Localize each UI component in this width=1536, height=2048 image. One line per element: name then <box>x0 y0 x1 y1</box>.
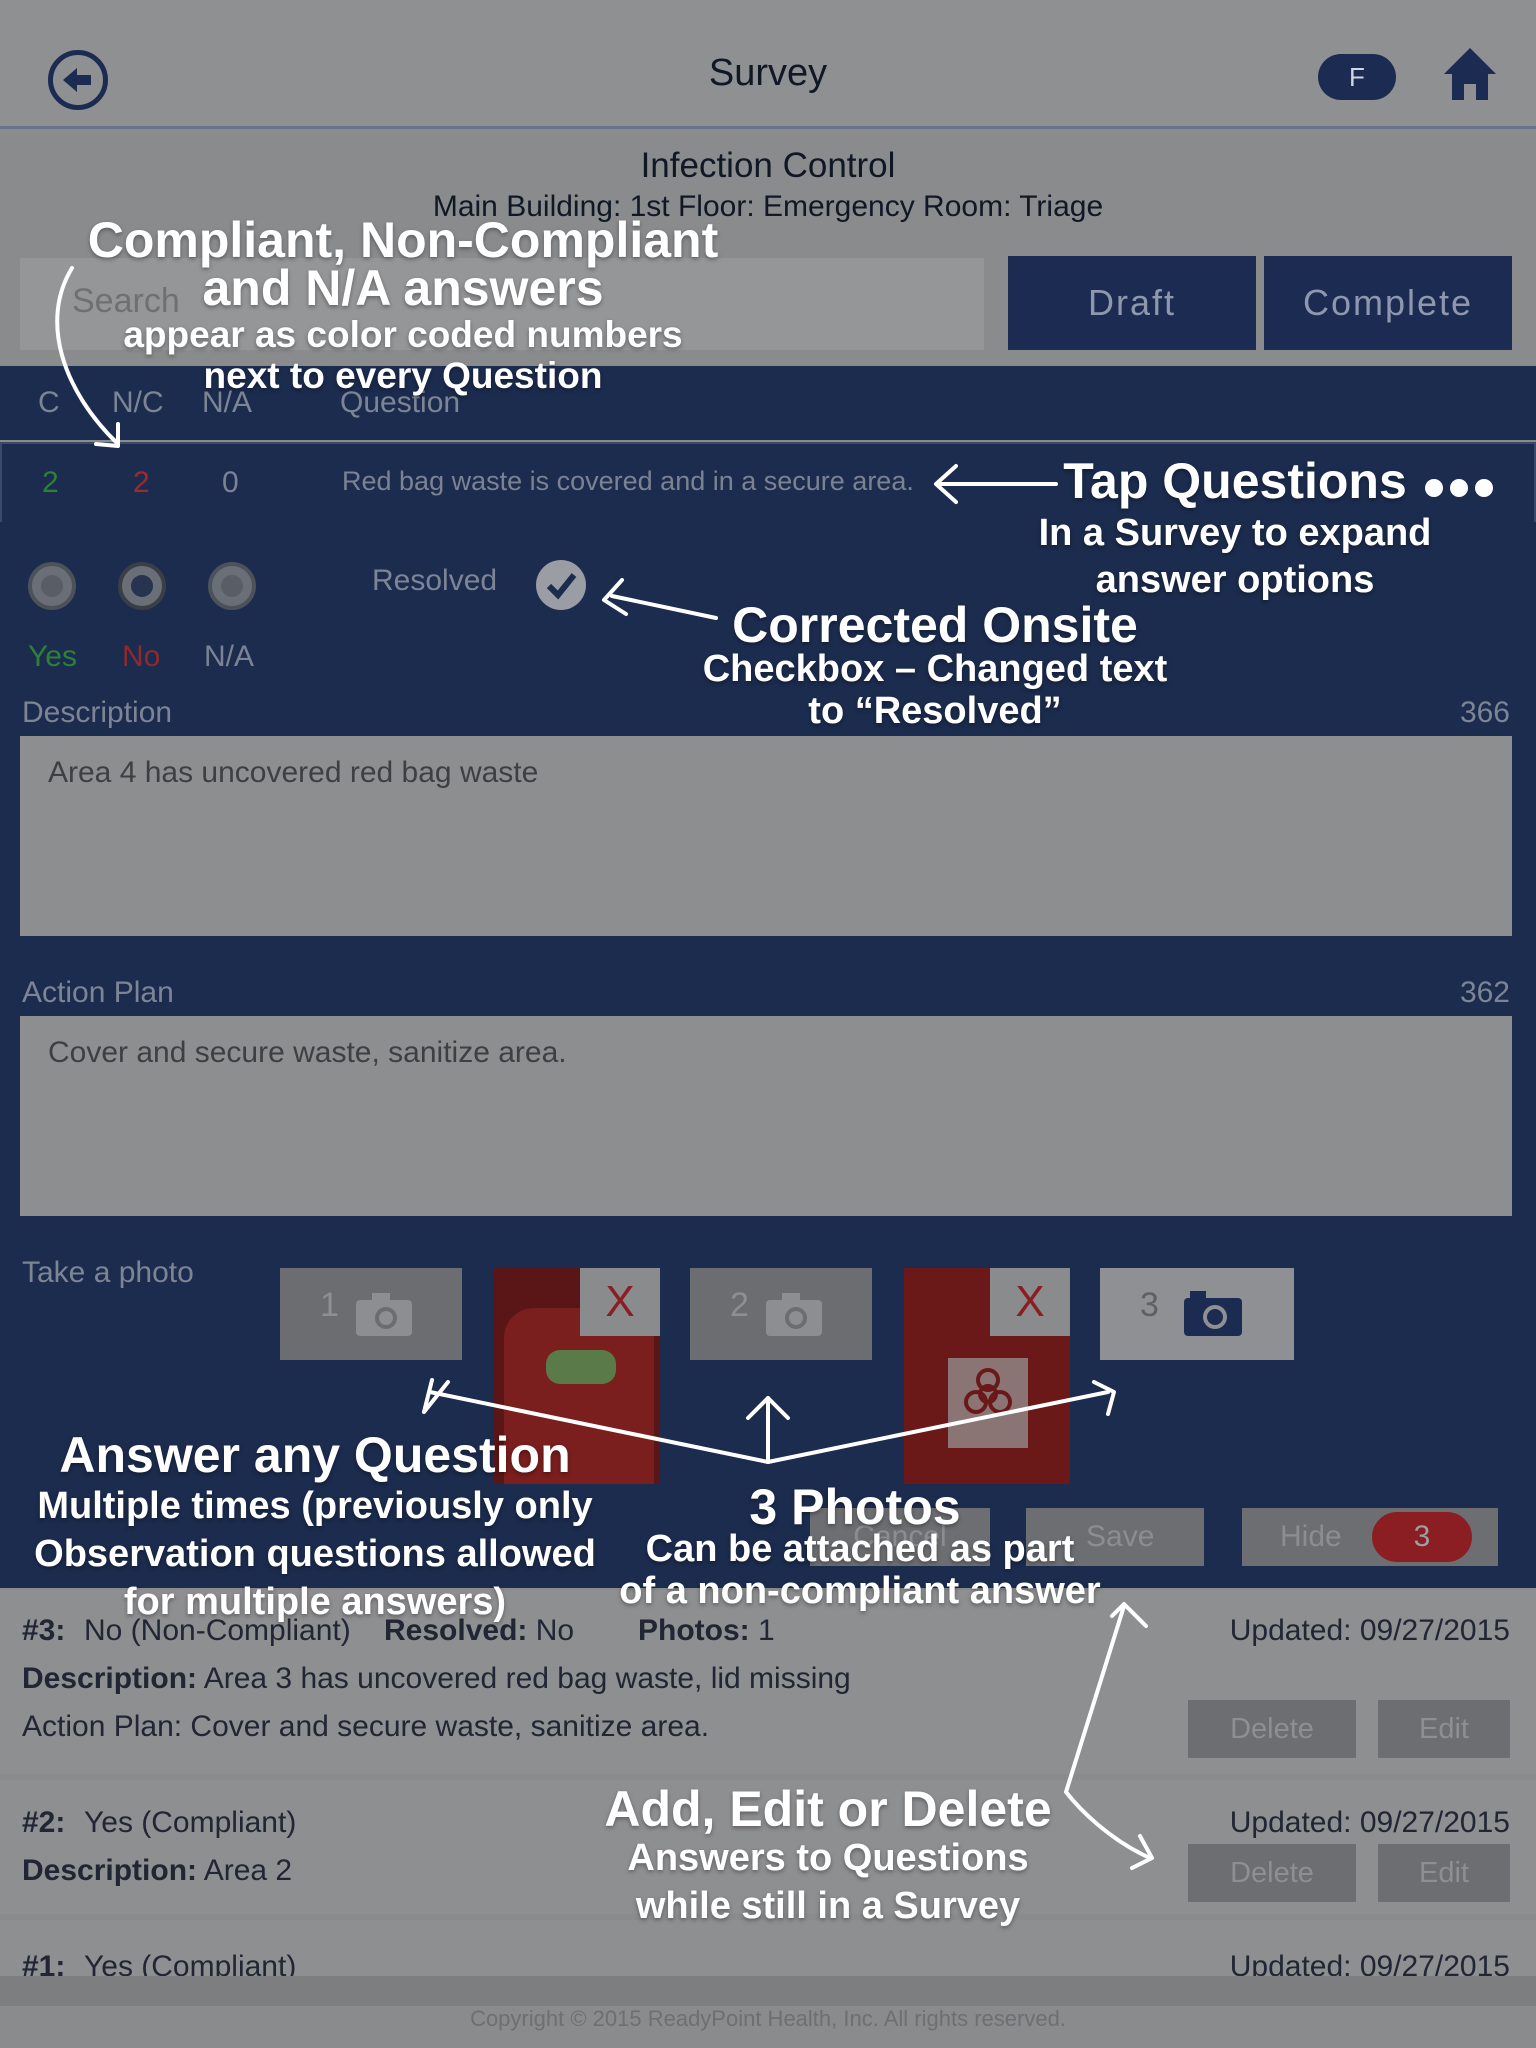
annotation-title: Add, Edit or Delete <box>604 1781 1052 1837</box>
annotation-title: Tap Questions <box>1063 453 1407 509</box>
annotation-subtitle: Checkbox – Changed text to “Resolved” <box>702 648 1168 732</box>
annotation-title: Answer any Question <box>59 1427 571 1483</box>
annotation-title: Compliant, Non-Compliant and N/A answers <box>87 212 719 316</box>
annotation-subtitle: Multiple times (previously only Observat… <box>34 1485 596 1623</box>
annotation-title: Corrected Onsite <box>732 597 1138 653</box>
annotation-subtitle: Can be attached as part of a non-complia… <box>619 1528 1101 1612</box>
annotation-subtitle: Answers to Questions while still in a Su… <box>627 1837 1029 1927</box>
annotation-subtitle: appear as color coded numbers next to ev… <box>123 314 683 396</box>
annotation-subtitle: In a Survey to expand answer options <box>1038 512 1432 601</box>
